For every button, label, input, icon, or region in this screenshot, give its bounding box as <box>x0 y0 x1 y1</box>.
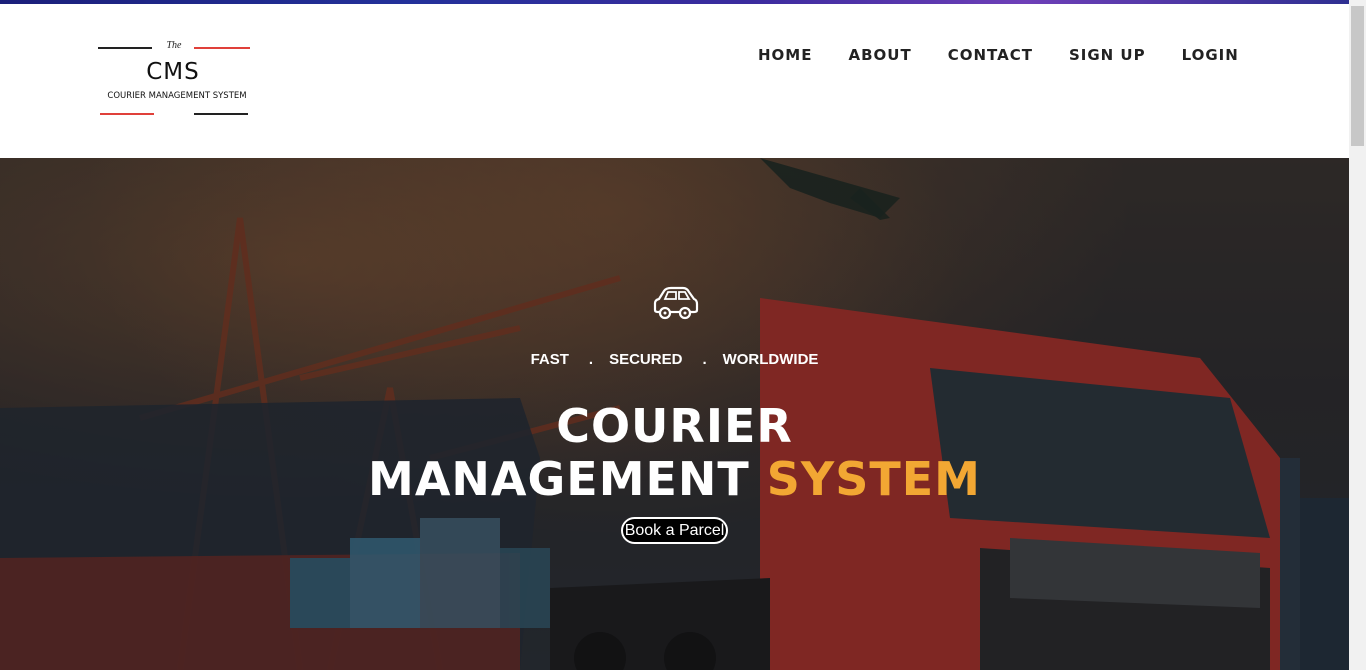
tag-separator: . <box>588 351 594 368</box>
logo-the-text: The <box>166 40 182 51</box>
tag-worldwide: WORLDWIDE <box>722 351 819 368</box>
logo-line <box>194 113 248 115</box>
hero-title-line2-main: MANAGEMENT <box>368 452 750 506</box>
car-icon <box>653 286 699 320</box>
tag-fast: FAST <box>530 351 569 368</box>
hero-title-line1: COURIER <box>556 399 793 453</box>
nav-contact[interactable]: CONTACT <box>930 46 1051 64</box>
cms-logo[interactable]: The CMS COURIER MANAGEMENT SYSTEM <box>94 40 260 122</box>
logo-line <box>98 47 152 49</box>
hero-tagline: FAST . SECURED . WORLDWIDE <box>0 351 1349 368</box>
hero-content: FAST . SECURED . WORLDWIDE COURIER MANAG… <box>0 158 1349 670</box>
hero-banner: FAST . SECURED . WORLDWIDE COURIER MANAG… <box>0 158 1349 670</box>
logo-line <box>100 113 154 115</box>
book-parcel-button[interactable]: Book a Parcel <box>621 517 728 544</box>
hero-title: COURIER MANAGEMENT SYSTEM <box>0 400 1349 506</box>
nav-home[interactable]: HOME <box>740 46 830 64</box>
logo-cms-text: CMS <box>146 59 200 85</box>
tag-separator: . <box>702 351 707 368</box>
logo-line <box>194 47 250 49</box>
tag-secured: SECURED <box>609 351 683 368</box>
nav-about[interactable]: ABOUT <box>830 46 929 64</box>
site-header: The CMS COURIER MANAGEMENT SYSTEM HOME A… <box>0 4 1349 158</box>
hero-title-accent: SYSTEM <box>766 452 981 506</box>
main-nav: HOME ABOUT CONTACT SIGN UP LOGIN <box>740 46 1257 64</box>
nav-login[interactable]: LOGIN <box>1164 46 1257 64</box>
page-scrollbar[interactable] <box>1349 0 1366 670</box>
nav-sign-up[interactable]: SIGN UP <box>1051 46 1164 64</box>
logo-full-name: COURIER MANAGEMENT SYSTEM <box>107 91 247 101</box>
scrollbar-thumb[interactable] <box>1351 6 1364 146</box>
